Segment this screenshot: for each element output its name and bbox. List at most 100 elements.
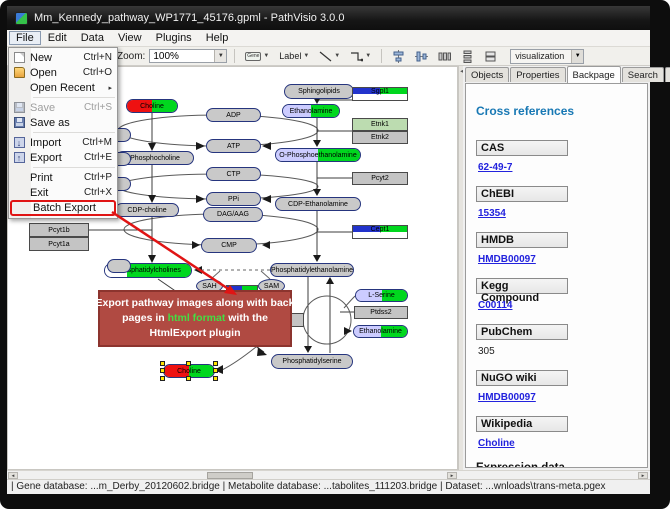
xref-link[interactable]: 62-49-7 [478, 162, 647, 173]
menu-data[interactable]: Data [74, 31, 111, 45]
menu-item-label: Import [30, 137, 82, 149]
pathway-node-ppi[interactable]: PPi [206, 192, 261, 206]
pathway-node-atp[interactable]: ATP [206, 139, 261, 153]
menu-edit[interactable]: Edit [41, 31, 74, 45]
selection-handle[interactable] [213, 361, 218, 366]
pathvisio-window: Mm_Kennedy_pathway_WP1771_45176.gpml - P… [0, 0, 670, 509]
menu-plugins[interactable]: Plugins [149, 31, 199, 45]
backpage-panel[interactable]: Cross references CAS62-49-7ChEBI15354HMD… [465, 83, 648, 468]
selection-handle[interactable] [213, 368, 218, 373]
file-menu-item-batch-export[interactable]: Batch Export [10, 200, 116, 216]
file-menu-item-export[interactable]: ExportCtrl+E [9, 150, 117, 165]
distribute-vertical-icon [461, 50, 474, 63]
title-bar[interactable]: Mm_Kennedy_pathway_WP1771_45176.gpml - P… [7, 6, 650, 30]
pathway-node-sgpl1[interactable]: Sgpl1 [352, 87, 408, 101]
align-center-y-button[interactable] [412, 49, 431, 64]
datanode-tool-button[interactable]: Gene ▼ [242, 49, 272, 64]
pathway-node-ctp[interactable]: CTP [206, 167, 261, 181]
pathway-node-ethanolamine-top[interactable]: Ethanolamine [282, 104, 340, 118]
xref-link[interactable]: HMDB00097 [478, 392, 647, 403]
node-label: ATP [207, 140, 260, 152]
zoom-combobox[interactable]: 100% ▼ [149, 49, 227, 63]
pathway-node-cdp-ethanolamine[interactable]: CDP-Ethanolamine [275, 197, 361, 211]
pathway-node-stub-4[interactable] [107, 259, 131, 273]
tab-legend[interactable]: Legend [665, 67, 670, 82]
menu-file[interactable]: File [9, 31, 41, 45]
align-center-x-button[interactable] [389, 49, 408, 64]
scroll-left-icon[interactable]: ◄ [8, 472, 18, 479]
pathway-node-sphingolipids[interactable]: Sphingolipids [284, 84, 354, 99]
node-label: CTP [207, 168, 260, 180]
menu-item-label: Save [30, 102, 84, 114]
selection-handle[interactable] [160, 376, 165, 381]
visualization-combobox[interactable]: visualization ▼ [510, 49, 584, 64]
node-label: Sphingolipids [285, 85, 353, 98]
connector-tool-button[interactable]: ▼ [347, 49, 374, 64]
zoom-dropdown-icon[interactable]: ▼ [214, 50, 226, 62]
scroll-right-icon[interactable]: ► [447, 472, 457, 479]
node-label: DAG/AAG [204, 208, 262, 221]
xref-link[interactable]: Choline [478, 438, 647, 449]
file-menu-item-save-as[interactable]: Save as [9, 115, 117, 130]
stack-button[interactable] [481, 49, 500, 64]
file-menu-item-open-recent[interactable]: Open Recent▸ [9, 80, 117, 95]
pathway-node-pcyt1b[interactable]: Pcyt1b [29, 223, 89, 237]
file-menu-item-new[interactable]: NewCtrl+N [9, 50, 117, 65]
distribute-vertical-button[interactable] [458, 49, 477, 64]
file-menu-item-save[interactable]: SaveCtrl+S [9, 100, 117, 115]
pathway-node-o-phosphoethanolamine[interactable]: O-Phosphoethanolamine [275, 148, 361, 162]
toolbar-separator [381, 49, 382, 63]
menu-separator [33, 97, 115, 98]
label-tool-button[interactable]: Label ▼ [276, 49, 312, 64]
tab-objects[interactable]: Objects [465, 67, 509, 82]
horizontal-scrollbar[interactable]: ◄ ► ► [7, 470, 650, 479]
scrollbar-thumb[interactable] [207, 472, 253, 479]
xref-section-header: HMDB [476, 232, 568, 248]
menu-help[interactable]: Help [199, 31, 236, 45]
file-menu-item-open[interactable]: OpenCtrl+O [9, 65, 117, 80]
pathway-node-l-serine[interactable]: L-Serine [355, 289, 408, 302]
tab-properties[interactable]: Properties [510, 67, 565, 82]
menu-item-shortcut: Ctrl+P [84, 172, 112, 183]
pathvisio-logo-icon [15, 12, 28, 25]
pathway-node-choline-top[interactable]: Choline [126, 99, 178, 113]
pathway-node-pcyt1a[interactable]: Pcyt1a [29, 237, 89, 251]
menu-item-label: Save as [30, 117, 112, 129]
pathway-node-dag-aag[interactable]: DAG/AAG [203, 207, 263, 222]
visualization-dropdown-icon[interactable]: ▼ [571, 50, 583, 63]
pathway-node-pcyt2[interactable]: Pcyt2 [352, 172, 408, 185]
pathway-node-phosphatidylethanolamine[interactable]: Phosphatidylethanolamine [270, 263, 354, 277]
menu-view[interactable]: View [111, 31, 149, 45]
pathway-node-etnk1[interactable]: Etnk1 [352, 118, 408, 131]
node-label: Choline [127, 100, 177, 112]
pathway-node-phosphatidylserine[interactable]: Phosphatidylserine [271, 354, 353, 369]
xref-link[interactable]: C00114 [478, 300, 647, 311]
selection-handle[interactable] [186, 361, 191, 366]
scroll-right-icon[interactable]: ► [638, 472, 648, 479]
selection-handle[interactable] [186, 376, 191, 381]
pathway-node-ptdss2[interactable]: Ptdss2 [354, 306, 408, 319]
line-tool-button[interactable]: ▼ [316, 49, 343, 64]
pathway-node-cmp[interactable]: CMP [201, 238, 257, 253]
tab-search[interactable]: Search [622, 67, 664, 82]
pathway-node-etnk2[interactable]: Etnk2 [352, 131, 408, 144]
xref-section-hmdb: HMDB HMDB00097 [476, 232, 647, 265]
pathway-node-adp[interactable]: ADP [206, 108, 261, 122]
xref-section-pubchem: PubChem305 [476, 324, 647, 357]
tab-backpage[interactable]: Backpage [567, 66, 621, 83]
file-menu-item-exit[interactable]: ExitCtrl+X [9, 185, 117, 200]
file-menu-item-print[interactable]: PrintCtrl+P [9, 170, 117, 185]
xref-section-kegg-compound: Kegg CompoundC00114 [476, 278, 647, 311]
xref-section-header: Wikipedia [476, 416, 568, 432]
file-menu-item-import[interactable]: ImportCtrl+M [9, 135, 117, 150]
pathway-node-ethanolamine-bottom[interactable]: Ethanolamine [353, 325, 408, 338]
pathway-node-cdp-choline[interactable]: CDP-choline [115, 203, 179, 217]
pathway-node-cept1[interactable]: Cept1 [352, 225, 408, 239]
selection-handle[interactable] [213, 376, 218, 381]
selection-handle[interactable] [160, 368, 165, 373]
xref-link[interactable]: 15354 [478, 208, 647, 219]
selection-handle[interactable] [160, 361, 165, 366]
xref-link[interactable]: HMDB00097 [478, 254, 647, 265]
menu-item-shortcut: Ctrl+E [84, 152, 112, 163]
distribute-horizontal-button[interactable] [435, 49, 454, 64]
